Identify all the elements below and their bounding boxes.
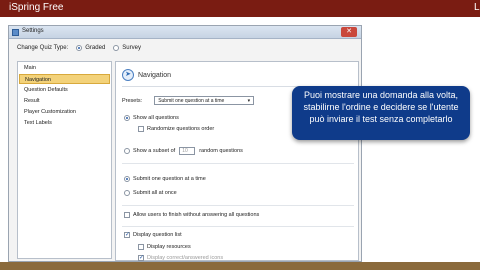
edge-letter: L: [474, 2, 480, 13]
subset-row[interactable]: Show a subset of 10 random questions: [124, 147, 243, 155]
display-resources-checkbox[interactable]: [138, 244, 144, 250]
survey-label: Survey: [122, 45, 141, 51]
display-resources-label: Display resources: [147, 244, 191, 250]
presets-label: Presets:: [122, 97, 143, 104]
compass-icon: ➤: [122, 69, 134, 81]
subset-suffix: random questions: [199, 148, 243, 154]
allow-finish-row[interactable]: Allow users to finish without answering …: [124, 212, 259, 218]
sidebar-item-player-customization[interactable]: Player Customization: [19, 107, 110, 117]
quiz-type-label: Change Quiz Type:: [17, 45, 69, 51]
submit-one-radio[interactable]: [124, 176, 130, 182]
display-list-checkbox[interactable]: [124, 231, 130, 238]
dialog-titlebar: Settings ✕: [9, 26, 361, 39]
display-list-label: Display question list: [133, 232, 182, 238]
settings-dialog: Settings ✕ Change Quiz Type: Graded Surv…: [8, 25, 362, 262]
show-all-row[interactable]: Show all questions: [124, 115, 179, 121]
sidebar-item-question-defaults[interactable]: Question Defaults: [19, 85, 110, 95]
section-divider: [122, 163, 354, 164]
graded-radio[interactable]: [76, 45, 83, 51]
submit-one-row[interactable]: Submit one question at a time: [124, 176, 206, 182]
caption-text: Puoi mostrare una domanda alla volta, st…: [303, 90, 459, 124]
panel-header: ➤ Navigation: [122, 69, 171, 81]
quiz-type-survey-option[interactable]: Survey: [113, 45, 141, 51]
submit-one-label: Submit one question at a time: [133, 176, 206, 182]
allow-finish-label: Allow users to finish without answering …: [133, 212, 260, 218]
survey-radio[interactable]: [113, 45, 120, 51]
sidebar-item-main[interactable]: Main: [19, 63, 110, 73]
display-list-row[interactable]: Display question list: [124, 231, 182, 238]
submit-all-label: Submit all at once: [133, 190, 177, 196]
chevron-down-icon: ▾: [247, 98, 251, 104]
graded-label: Graded: [85, 45, 106, 51]
display-icons-checkbox[interactable]: [138, 254, 144, 261]
subset-prefix: Show a subset of: [133, 148, 176, 154]
settings-nav-list: Main Navigation Question Defaults Result…: [17, 61, 112, 259]
show-all-label: Show all questions: [133, 115, 179, 121]
presets-select[interactable]: Submit one question at a time ▾: [154, 96, 255, 105]
display-icons-label: Display correct/answered icons: [147, 255, 224, 261]
settings-window-icon: [12, 29, 19, 36]
display-icons-row[interactable]: Display correct/answered icons: [138, 254, 224, 261]
quiz-type-graded-option[interactable]: Graded: [76, 45, 105, 51]
quiz-type-row: Change Quiz Type: Graded Survey: [17, 45, 141, 51]
section-divider: [122, 205, 354, 206]
randomize-checkbox[interactable]: [138, 126, 144, 132]
close-button[interactable]: ✕: [341, 27, 357, 37]
allow-finish-checkbox[interactable]: [124, 212, 130, 218]
subset-radio[interactable]: [124, 148, 130, 154]
app-title-bar: iSpring Free L: [0, 0, 480, 17]
submit-all-radio[interactable]: [124, 190, 130, 196]
subset-count-input[interactable]: 10: [179, 147, 196, 155]
display-resources-row[interactable]: Display resources: [138, 244, 191, 250]
presets-row: Presets: Submit one question at a time ▾: [122, 96, 255, 105]
show-all-radio[interactable]: [124, 115, 130, 121]
bottom-strip: [0, 262, 480, 270]
caption-overlay: Puoi mostrare una domanda alla volta, st…: [292, 86, 470, 140]
dialog-title: Settings: [22, 28, 44, 34]
section-divider: [122, 226, 354, 227]
presets-value: Submit one question at a time: [158, 98, 225, 104]
sidebar-item-text-labels[interactable]: Text Labels: [19, 118, 110, 128]
randomize-label: Randomize questions order: [147, 126, 215, 132]
submit-all-row[interactable]: Submit all at once: [124, 190, 177, 196]
panel-title: Navigation: [138, 71, 172, 79]
app-title: iSpring Free: [9, 2, 64, 13]
sidebar-item-result[interactable]: Result: [19, 96, 110, 106]
sidebar-item-navigation[interactable]: Navigation: [19, 74, 110, 84]
randomize-row[interactable]: Randomize questions order: [138, 126, 214, 132]
